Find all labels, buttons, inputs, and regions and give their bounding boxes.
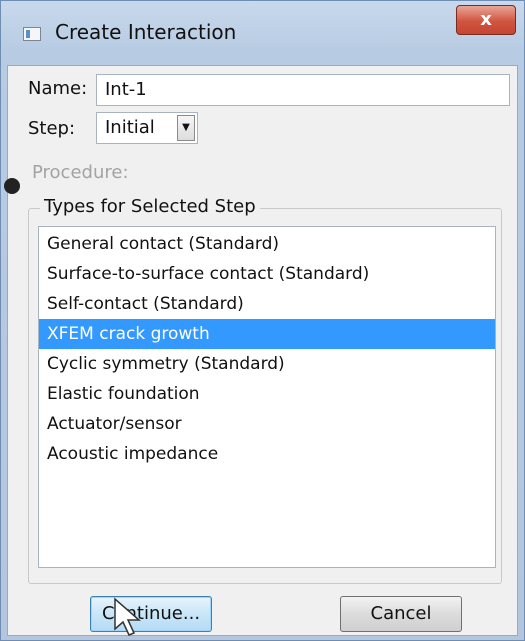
step-select[interactable]: Initial ▼ xyxy=(96,112,198,144)
list-item-actuator-sensor[interactable]: Actuator/sensor xyxy=(39,409,495,439)
title-bar[interactable]: Create Interaction x xyxy=(1,1,524,65)
procedure-label: Procedure: xyxy=(32,162,129,183)
list-item-elastic-foundation[interactable]: Elastic foundation xyxy=(39,379,495,409)
step-selected-value: Initial xyxy=(105,117,155,138)
dialog-body: Name: Int-1 Step: Initial ▼ Procedure: T… xyxy=(4,65,518,636)
list-item-self-contact[interactable]: Self-contact (Standard) xyxy=(39,289,495,319)
mouse-pointer-icon xyxy=(114,597,141,636)
create-interaction-dialog: Create Interaction x Name: Int-1 Step: I… xyxy=(0,0,525,641)
list-item-acoustic-impedance[interactable]: Acoustic impedance xyxy=(39,439,495,469)
window-icon xyxy=(23,27,41,41)
step-label: Step: xyxy=(28,118,76,139)
list-item-cyclic-symmetry[interactable]: Cyclic symmetry (Standard) xyxy=(39,349,495,379)
name-label: Name: xyxy=(28,78,88,99)
list-item-general-contact[interactable]: General contact (Standard) xyxy=(39,229,495,259)
name-field[interactable]: Int-1 xyxy=(96,74,510,106)
list-item-surface-to-surface-contact[interactable]: Surface-to-surface contact (Standard) xyxy=(39,259,495,289)
types-group-title: Types for Selected Step xyxy=(40,196,260,217)
window-title: Create Interaction xyxy=(55,20,237,44)
list-item-xfem-crack-growth[interactable]: XFEM crack growth xyxy=(39,319,495,349)
interaction-type-list[interactable]: General contact (Standard) Surface-to-su… xyxy=(38,226,496,568)
cancel-button[interactable]: Cancel xyxy=(340,596,462,632)
chevron-down-icon[interactable]: ▼ xyxy=(177,115,195,141)
cursor-dot-icon xyxy=(4,178,20,194)
close-button[interactable]: x xyxy=(456,5,516,35)
